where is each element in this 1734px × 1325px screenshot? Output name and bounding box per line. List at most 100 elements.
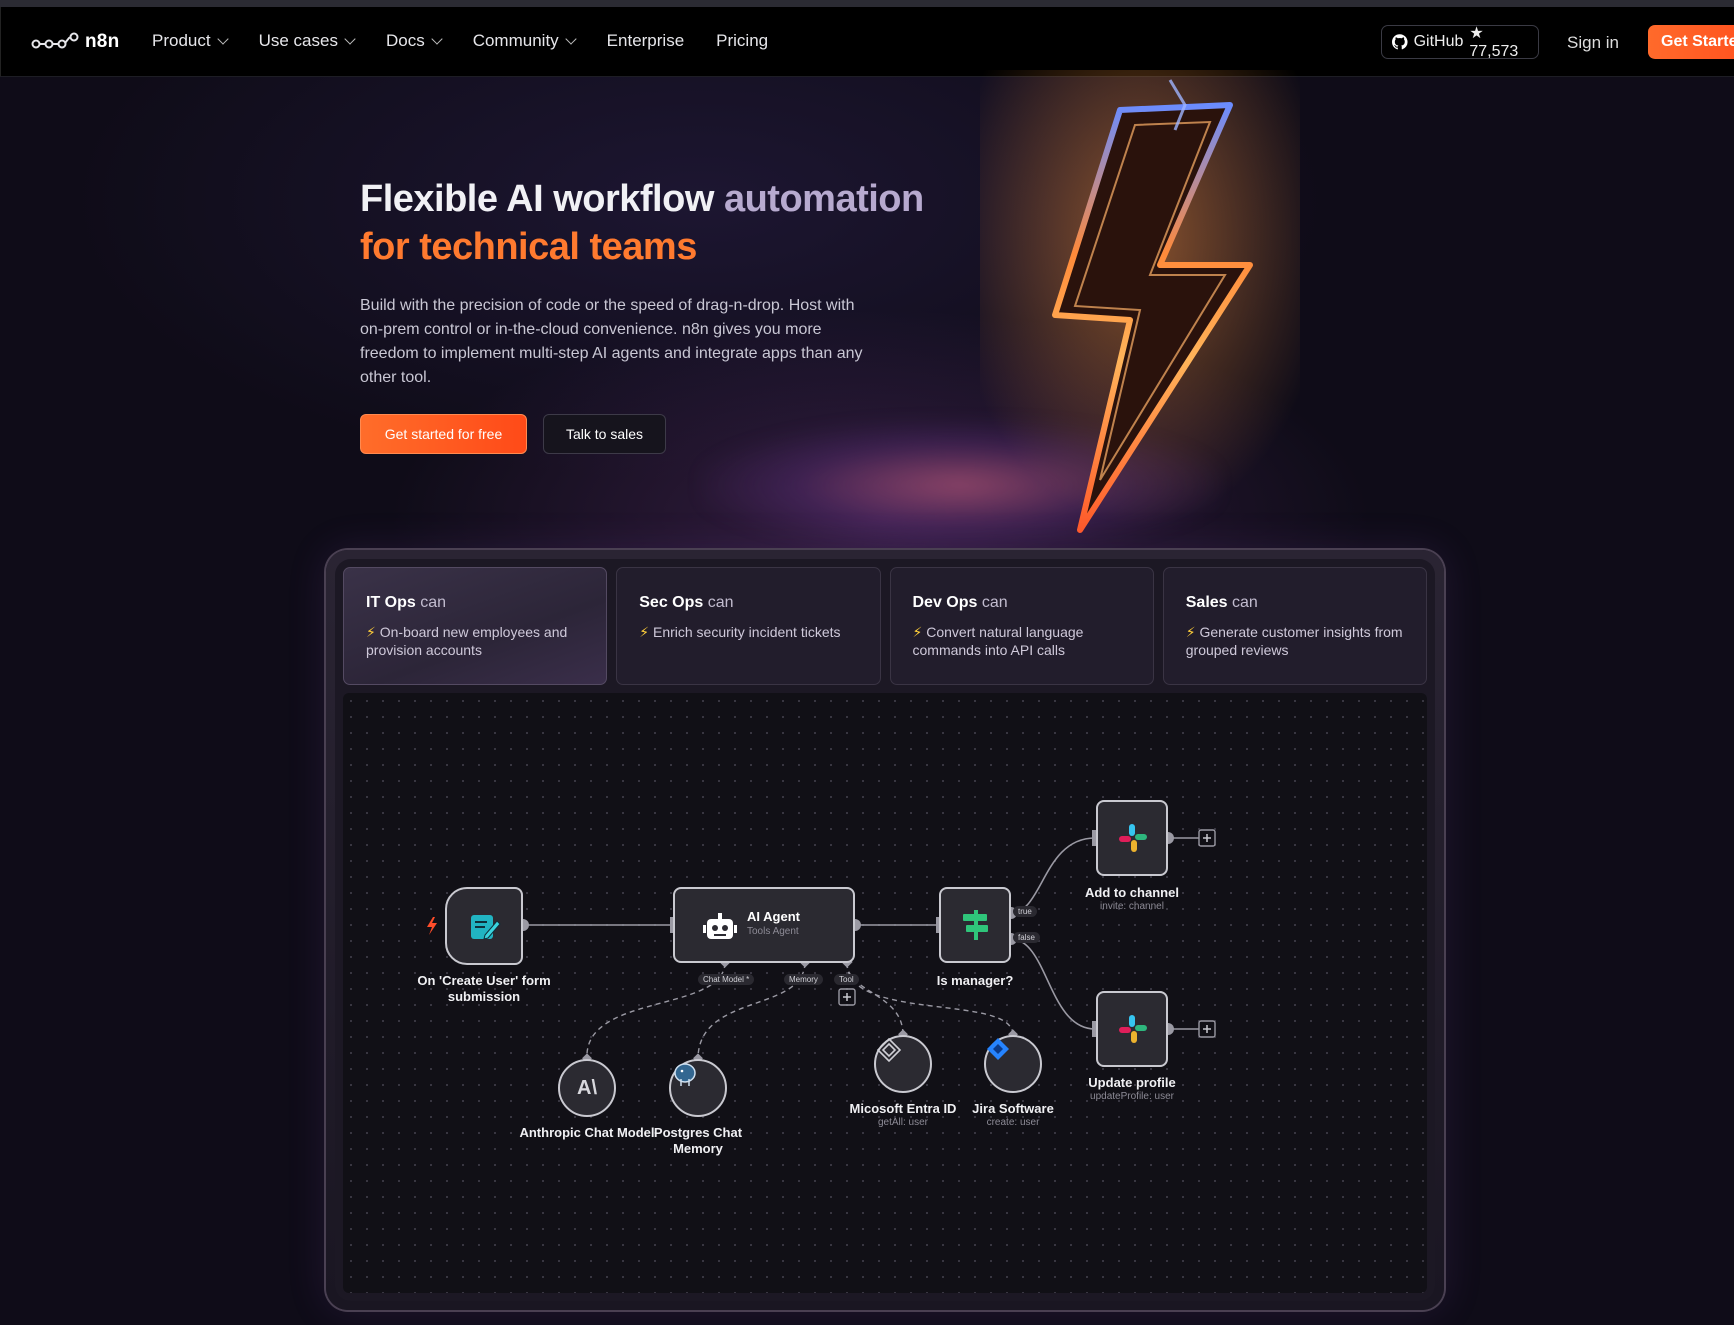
workflow-panel-inner: IT Ops can ⚡ On-board new employees and … xyxy=(335,559,1435,1301)
agent-port-chat-model: Chat Model * xyxy=(698,974,755,985)
chevron-down-icon xyxy=(216,32,229,45)
tab-can: can xyxy=(707,594,734,611)
trigger-node[interactable] xyxy=(445,887,523,965)
chevron-down-icon xyxy=(344,32,356,45)
tab-team: IT Ops xyxy=(366,594,416,611)
robot-icon xyxy=(703,913,737,939)
get-started-free-button[interactable]: Get started for free xyxy=(360,414,527,454)
entra-sub: getAll: user xyxy=(877,1117,929,1128)
tab-desc: ⚡ Enrich security incident tickets xyxy=(639,623,857,641)
anthropic-icon: A\ xyxy=(577,1076,597,1099)
jira-node[interactable] xyxy=(984,1035,1042,1093)
hero-title-line1: Flexible AI workflow automation xyxy=(360,178,924,221)
bolt-icon: ⚡ xyxy=(639,624,650,640)
sign-in-link[interactable]: Sign in xyxy=(1567,33,1619,53)
jira-label: Jira Software xyxy=(972,1101,1054,1116)
chevron-down-icon xyxy=(565,32,577,45)
tab-desc: ⚡ Convert natural language commands into… xyxy=(913,623,1131,659)
tab-title: Sales can xyxy=(1186,594,1404,612)
nav-item-community[interactable]: Community xyxy=(472,31,577,51)
tab-sec-ops[interactable]: Sec Ops can ⚡ Enrich security incident t… xyxy=(616,567,881,685)
form-icon xyxy=(471,915,501,940)
hero-title-part2: automation xyxy=(723,178,924,220)
agent-port-tool: Tool xyxy=(834,974,859,985)
nav-item-label: Docs xyxy=(385,31,425,50)
hero-description: Build with the precision of code or the … xyxy=(360,297,863,386)
github-stars: ★ 77,573 xyxy=(1469,25,1519,60)
hero-title-part1: Flexible AI workflow xyxy=(360,178,724,220)
agent-port-memory: Memory xyxy=(784,974,823,985)
github-label: GitHub xyxy=(1413,33,1464,50)
signpost-icon xyxy=(963,910,988,940)
lightning-bolt-image xyxy=(980,70,1300,550)
update-profile-node[interactable] xyxy=(1096,991,1168,1067)
chevron-down-icon xyxy=(431,32,443,45)
update-profile-sub: updateProfile: user xyxy=(1090,1091,1174,1102)
tab-team: Dev Ops xyxy=(912,594,978,611)
nav-item-label: Use cases xyxy=(258,31,338,50)
bolt-icon: ⚡ xyxy=(912,624,923,640)
jira-icon xyxy=(987,1038,1009,1060)
workflow-canvas[interactable]: On 'Create User' form submission AI Agen… xyxy=(343,693,1427,1293)
postgres-node[interactable] xyxy=(669,1059,727,1117)
workflow-panel: IT Ops can ⚡ On-board new employees and … xyxy=(326,550,1444,1310)
nav-item-enterprise[interactable]: Enterprise xyxy=(607,31,684,51)
use-case-tabs: IT Ops can ⚡ On-board new employees and … xyxy=(343,567,1427,685)
nav-item-use-cases[interactable]: Use cases xyxy=(258,31,356,51)
tab-can: can xyxy=(1232,594,1258,611)
bolt-icon: ⚡ xyxy=(1185,624,1196,640)
tab-desc-text: On-board new employees and provision acc… xyxy=(366,624,568,658)
nav-item-docs[interactable]: Docs xyxy=(385,31,443,51)
slack-icon xyxy=(1119,1015,1147,1043)
nav-item-label: Community xyxy=(472,31,559,50)
tab-dev-ops[interactable]: Dev Ops can ⚡ Convert natural language c… xyxy=(889,567,1154,685)
top-nav: n8n Product Use cases Docs Community Ent… xyxy=(0,7,1734,77)
is-manager-node[interactable] xyxy=(939,887,1011,963)
talk-to-sales-button[interactable]: Talk to sales xyxy=(543,414,666,454)
anthropic-node[interactable]: A\ xyxy=(558,1059,616,1117)
tab-it-ops[interactable]: IT Ops can ⚡ On-board new employees and … xyxy=(343,567,608,685)
tab-title: Dev Ops can xyxy=(913,594,1131,612)
ai-agent-title: AI Agent xyxy=(747,909,800,924)
tab-sales[interactable]: Sales can ⚡ Generate customer insights f… xyxy=(1162,567,1427,685)
nav-item-product[interactable]: Product xyxy=(152,31,229,51)
n8n-logo-icon xyxy=(31,32,79,49)
nav-links: Product Use cases Docs Community Enterpr… xyxy=(152,31,800,51)
nav-item-label: Enterprise xyxy=(606,31,685,50)
postgres-label: Postgres Chat Memory xyxy=(653,1125,743,1156)
page: n8n Product Use cases Docs Community Ent… xyxy=(0,0,1734,1325)
logo-text: n8n xyxy=(85,31,120,52)
add-to-channel-sub: invite: channel xyxy=(1100,901,1164,912)
add-to-channel-label: Add to channel xyxy=(1085,885,1179,900)
hero-title-line2: for technical teams xyxy=(360,226,697,268)
tab-desc: ⚡ Generate customer insights from groupe… xyxy=(1186,623,1404,659)
ai-agent-subtitle: Tools Agent xyxy=(747,926,799,937)
condition-false-label: false xyxy=(1013,932,1040,943)
condition-true-label: true xyxy=(1013,906,1037,917)
github-icon xyxy=(1392,34,1408,50)
postgres-elephant-icon xyxy=(674,1063,696,1086)
tab-team: Sec Ops xyxy=(639,594,704,611)
is-manager-label: Is manager? xyxy=(936,973,1014,988)
nav-item-label: Product xyxy=(152,31,211,50)
entra-icon xyxy=(876,1037,902,1063)
trigger-bolt-icon xyxy=(427,917,437,935)
tab-desc-text: Generate customer insights from grouped … xyxy=(1185,624,1403,658)
tab-title: IT Ops can xyxy=(366,594,584,612)
trigger-node-label: On 'Create User' form submission xyxy=(417,973,551,1004)
tab-team: Sales xyxy=(1185,594,1228,611)
get-started-nav-button[interactable]: Get Started xyxy=(1648,25,1734,59)
logo[interactable]: n8n xyxy=(31,31,119,53)
ai-agent-node[interactable]: AI Agent Tools Agent xyxy=(673,887,855,963)
tab-desc-text: Enrich security incident tickets xyxy=(652,624,841,640)
github-button[interactable]: GitHub ★ 77,573 xyxy=(1381,25,1539,60)
bolt-icon: ⚡ xyxy=(366,624,376,640)
add-to-channel-node[interactable] xyxy=(1096,800,1168,876)
tab-can: can xyxy=(420,594,447,611)
update-profile-label: Update profile xyxy=(1088,1075,1176,1090)
entra-node[interactable] xyxy=(874,1035,932,1093)
tab-desc: ⚡ On-board new employees and provision a… xyxy=(366,623,584,659)
slack-icon xyxy=(1119,824,1147,852)
nav-item-label: Pricing xyxy=(716,31,769,50)
nav-item-pricing[interactable]: Pricing xyxy=(716,31,768,51)
